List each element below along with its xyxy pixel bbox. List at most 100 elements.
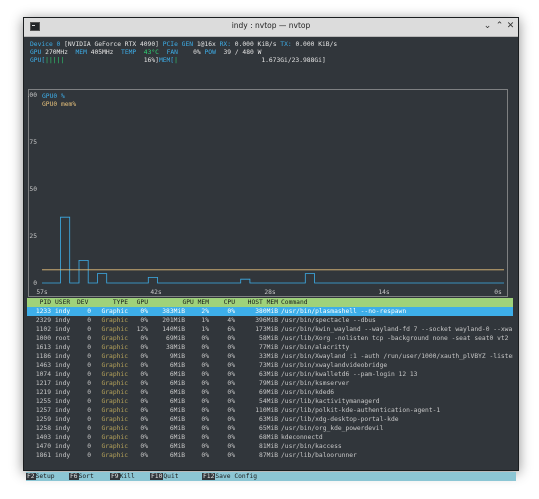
- cell-command: /usr/bin/org_kde_powerdevil: [281, 425, 384, 432]
- cell-type: Graphic: [101, 407, 128, 414]
- process-row[interactable]: 1613 indy 0 Graphic 0% 38MiB 0% 0% 77MiB/usr/bin…: [27, 343, 513, 352]
- cell-gpu: 0%: [140, 425, 148, 432]
- cell-host-mem: 63MiB: [259, 416, 278, 423]
- fan-label: FAN: [166, 49, 178, 56]
- header-gpu-mem[interactable]: GPU MEM: [149, 298, 209, 307]
- process-row[interactable]: 1258 indy 0 Graphic 0% 6MiB 0% 0% 65MiB/usr/bin/…: [27, 424, 513, 433]
- function-key-code: F9: [110, 473, 120, 480]
- cell-pid: 1074: [35, 371, 51, 378]
- cell-type: Graphic: [101, 317, 128, 324]
- process-row[interactable]: 1463 indy 0 Graphic 0% 6MiB 0% 0% 73MiB/usr/bin/…: [27, 361, 513, 370]
- cell-gpu-mem: 6MiB: [169, 425, 185, 432]
- title-bar[interactable]: indy : nvtop — nvtop ⌄ ⌃ ✕: [24, 18, 518, 37]
- close-icon[interactable]: ✕: [505, 21, 516, 32]
- gpu-bar-fill: |||||: [45, 57, 65, 64]
- cell-gpu-mem: 6MiB: [169, 443, 185, 450]
- x-tick-label: 57s: [36, 289, 48, 296]
- process-row[interactable]: 1257 indy 0 Graphic 0% 6MiB 0% 0% 110MiB/usr/lib…: [27, 406, 513, 415]
- cell-host-mem: 73MiB: [259, 362, 278, 369]
- minimize-icon[interactable]: ⌄: [482, 21, 493, 32]
- footer-quit-key[interactable]: F10Quit: [150, 472, 179, 481]
- header-pid[interactable]: PID: [27, 298, 51, 307]
- cell-gpu: 0%: [140, 380, 148, 387]
- y-tick-label: 75: [29, 139, 37, 146]
- process-row[interactable]: 1217 indy 0 Graphic 0% 6MiB 0% 0% 79MiB/usr/bin/…: [27, 379, 513, 388]
- cell-dev: 0: [87, 434, 91, 441]
- process-row[interactable]: 1259 indy 0 Graphic 0% 6MiB 0% 0% 63MiB/usr/lib/…: [27, 415, 513, 424]
- cell-dev: 0: [87, 344, 91, 351]
- process-row[interactable]: 1219 indy 0 Graphic 0% 6MiB 0% 0% 69MiB/usr/bin/…: [27, 388, 513, 397]
- cell-command: kdeconnectd: [281, 434, 323, 441]
- pow-label: POW: [204, 49, 216, 56]
- cell-command: /usr/bin/kaccess: [281, 443, 342, 450]
- function-key-code: F6: [69, 473, 79, 480]
- gpu-clock-label: GPU: [30, 49, 42, 56]
- process-row[interactable]: 1233 indy 0 Graphic 0% 383MiB 2% 0% 380MiB/usr/b…: [27, 307, 513, 316]
- cell-gpu: 0%: [140, 389, 148, 396]
- cell-pid: 1186: [35, 353, 51, 360]
- cell-gpu-mem: 6MiB: [169, 407, 185, 414]
- cell-cpu: 0%: [227, 344, 235, 351]
- cell-pid: 1219: [35, 389, 51, 396]
- process-row[interactable]: 1000 root 0 Graphic 0% 69MiB 0% 0% 58MiB/usr/lib…: [27, 334, 513, 343]
- gpu-clock-value: 270MHz: [45, 49, 68, 56]
- cell-pid: 1463: [35, 362, 51, 369]
- cell-dev: 0: [87, 335, 91, 342]
- cell-user: indy: [55, 416, 71, 423]
- cell-cpu: 0%: [227, 308, 235, 315]
- cell-host-mem: 81MiB: [259, 443, 278, 450]
- cell-command: /usr/lib/polkit-kde-authentication-agent…: [281, 407, 441, 414]
- terminal-area[interactable]: Device 0 [NVIDIA GeForce RTX 4090] PCIe …: [25, 37, 517, 481]
- cell-host-mem: 173MiB: [255, 326, 278, 333]
- process-row[interactable]: 1102 indy 0 Graphic 12% 140MiB 1% 6% 173MiB/usr/…: [27, 325, 513, 334]
- y-tick-label: 0: [33, 280, 37, 287]
- header-host-mem[interactable]: HOST MEM: [237, 298, 278, 307]
- header-type[interactable]: TYPE: [91, 298, 128, 307]
- footer-sort-key[interactable]: F6Sort: [69, 472, 94, 481]
- cell-command: /usr/bin/Xwayland :1 -auth /run/user/100…: [281, 353, 513, 360]
- cell-type: Graphic: [101, 371, 128, 378]
- process-row[interactable]: 1470 indy 0 Graphic 0% 6MiB 0% 0% 81MiB/usr/bin/…: [27, 442, 513, 451]
- process-row[interactable]: 1861 indy 0 Graphic 0% 6MiB 0% 0% 87MiB/usr/lib/…: [27, 451, 513, 460]
- cell-user: indy: [55, 425, 71, 432]
- cell-pid: 1861: [35, 452, 51, 459]
- cell-type: Graphic: [101, 344, 128, 351]
- cell-host-mem: 33MiB: [259, 353, 278, 360]
- process-row[interactable]: 1074 indy 0 Graphic 0% 6MiB 0% 0% 63MiB/usr/bin/…: [27, 370, 513, 379]
- device-name: [NVIDIA GeForce RTX 4090]: [64, 41, 159, 48]
- process-row[interactable]: 2329 indy 0 Graphic 0% 201MiB 1% 4% 396MiB/usr/b…: [27, 316, 513, 325]
- process-row[interactable]: 1186 indy 0 Graphic 0% 9MiB 0% 0% 33MiB/usr/bin/…: [27, 352, 513, 361]
- cell-gpu-mem-pct: 0%: [201, 443, 209, 450]
- header-gpu[interactable]: GPU: [129, 298, 148, 307]
- fan-value: 0%: [193, 49, 201, 56]
- cell-cpu: 4%: [227, 317, 235, 324]
- footer-save-config-key[interactable]: F12Save Config: [202, 472, 257, 481]
- process-table-header[interactable]: PID USER DEV TYPE GPU GPU MEM CPU HOST M…: [27, 298, 513, 307]
- function-key-label: Save Config: [215, 473, 258, 480]
- process-row[interactable]: 1255 indy 0 Graphic 0% 6MiB 0% 0% 54MiB/usr/lib/…: [27, 397, 513, 406]
- cell-command: /usr/lib/kactivitymanagerd: [281, 398, 380, 405]
- cell-gpu-mem: 9MiB: [169, 353, 185, 360]
- cell-gpu-mem-pct: 0%: [201, 425, 209, 432]
- cell-type: Graphic: [101, 326, 128, 333]
- cell-gpu-mem-pct: 0%: [201, 407, 209, 414]
- process-row[interactable]: 1403 indy 0 Graphic 0% 6MiB 0% 0% 68MiB kdeconnec…: [27, 433, 513, 442]
- cell-gpu-mem-pct: 1%: [201, 317, 209, 324]
- header-user[interactable]: USER: [55, 298, 70, 307]
- header-command[interactable]: Command: [281, 298, 308, 307]
- header-cpu[interactable]: CPU: [213, 298, 235, 307]
- footer-setup-key[interactable]: F2Setup: [26, 472, 55, 481]
- utilization-chart: 100 75 50 25 0 57s 42s 28s 14s 0s GPU0 %GPU0 mem…: [28, 89, 508, 297]
- cell-type: Graphic: [101, 425, 128, 432]
- cell-dev: 0: [87, 398, 91, 405]
- maximize-icon[interactable]: ⌃: [494, 21, 505, 32]
- header-dev[interactable]: DEV: [77, 298, 88, 307]
- cell-gpu-mem-pct: 0%: [201, 389, 209, 396]
- cell-type: Graphic: [101, 335, 128, 342]
- cell-gpu: 12%: [136, 326, 148, 333]
- x-tick-label: 0s: [494, 289, 502, 296]
- gpu-bar-percent: 16%]: [143, 57, 159, 64]
- footer-kill-key[interactable]: F9Kill: [110, 472, 135, 481]
- cell-gpu-mem-pct: 0%: [201, 353, 209, 360]
- pcie-label: PCIe GEN: [162, 41, 194, 48]
